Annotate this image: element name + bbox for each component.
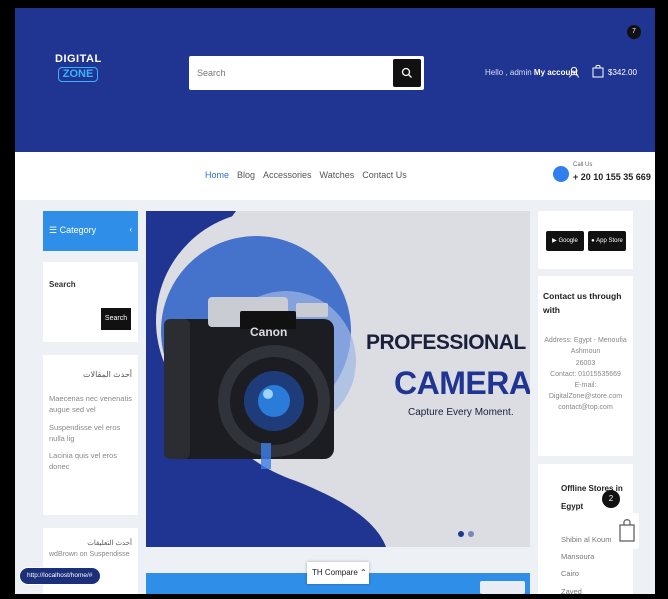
section-tab[interactable]	[480, 581, 525, 594]
email-link[interactable]: contact@top.com	[543, 402, 628, 413]
phone-number[interactable]: + 20 10 155 35 669	[573, 172, 651, 182]
nav-watches[interactable]: Watches	[320, 170, 355, 180]
recent-posts-widget: أحدث المقالات Maecenas nec venenatis aug…	[43, 355, 138, 515]
svg-text:Canon: Canon	[250, 325, 287, 339]
nav-accessories[interactable]: Accessories	[263, 170, 312, 180]
call-label: Call Us	[573, 162, 593, 168]
header-search-input[interactable]	[189, 56, 389, 90]
recent-comment-link[interactable]: wdBrown on Suspendisse	[49, 549, 132, 560]
site-logo[interactable]: DIGITAL ZONE	[55, 54, 101, 94]
store-location[interactable]: Mansoura	[543, 548, 628, 565]
recent-post-link[interactable]: Maecenas nec venenatis augue sed vel	[49, 393, 132, 416]
account-link[interactable]: Hello , admin My account	[485, 68, 578, 77]
menu-icon: ☰	[49, 225, 58, 235]
google-play-badge[interactable]: ▶ Google Play	[546, 231, 584, 264]
apple-icon: ●	[591, 238, 595, 244]
shopping-bag-icon	[619, 519, 635, 542]
hero-subtitle: Capture Every Moment.	[408, 407, 514, 418]
nav-contact[interactable]: Contact Us	[362, 170, 407, 180]
hero-title-line2: CAMERA	[394, 365, 530, 401]
cart-count-badge: 7	[627, 25, 641, 39]
user-icon[interactable]	[568, 66, 580, 78]
status-bar-url: http://localhost/home/#	[19, 567, 101, 585]
site-header: DIGITAL ZONE Hello , admin My account $3…	[15, 8, 655, 152]
chevron-up-icon: ⌃	[360, 568, 367, 577]
app-download-widget: ▶ Google Play ● App Store	[538, 211, 633, 269]
recent-post-link[interactable]: Lacinia quis vel eros donec	[49, 450, 132, 473]
nav-blog[interactable]: Blog	[237, 170, 255, 180]
floating-cart-button[interactable]	[615, 513, 639, 549]
browser-viewport: DIGITAL ZONE Hello , admin My account $3…	[15, 8, 655, 594]
floating-cart-count: 2	[602, 490, 620, 508]
slider-dots[interactable]	[458, 531, 474, 537]
nav-home[interactable]: Home	[205, 170, 229, 180]
header-search	[189, 56, 424, 90]
sidebar-search-input[interactable]	[49, 308, 99, 330]
slider-dot-active[interactable]	[458, 531, 464, 537]
cart-total[interactable]: $342.00	[608, 68, 637, 77]
hero-banner-slider[interactable]: Canon PROFESSIONAL CAMERA Capture Every …	[146, 211, 530, 547]
search-icon	[401, 67, 412, 78]
recent-post-link[interactable]: Suspendisse vel eros nulla lig	[49, 422, 132, 445]
compare-toggle[interactable]: TH Compare ⌃	[307, 562, 369, 584]
contact-widget: Contact us through with Address: Egypt -…	[538, 276, 633, 456]
category-menu-button[interactable]: ☰ Category ‹	[43, 211, 138, 251]
email-link[interactable]: DigitalZone@store.com	[543, 391, 628, 402]
main-nav: Home Blog Accessories Watches Contact Us	[205, 170, 407, 180]
recent-comments-title: أحدث التعليقات	[87, 540, 132, 547]
sidebar-search-widget: Search Search	[43, 262, 138, 342]
sidebar-search-button[interactable]: Search	[101, 308, 131, 330]
header-search-button[interactable]	[393, 59, 421, 87]
app-store-badge[interactable]: ● App Store	[588, 231, 626, 251]
hero-title-line1: PROFESSIONAL	[366, 331, 526, 354]
store-location[interactable]: Cairo	[543, 565, 628, 582]
cart-bag-icon[interactable]	[592, 64, 604, 78]
store-location[interactable]: Zayed	[543, 583, 628, 594]
main-nav-bar: Home Blog Accessories Watches Contact Us…	[15, 152, 655, 200]
chevron-left-icon: ‹	[129, 225, 132, 234]
contact-title: Contact us through with	[543, 291, 622, 315]
play-icon: ▶	[552, 238, 557, 244]
recent-posts-title: أحدث المقالات	[83, 370, 132, 379]
slider-dot[interactable]	[468, 531, 474, 537]
phone-icon	[553, 166, 569, 182]
